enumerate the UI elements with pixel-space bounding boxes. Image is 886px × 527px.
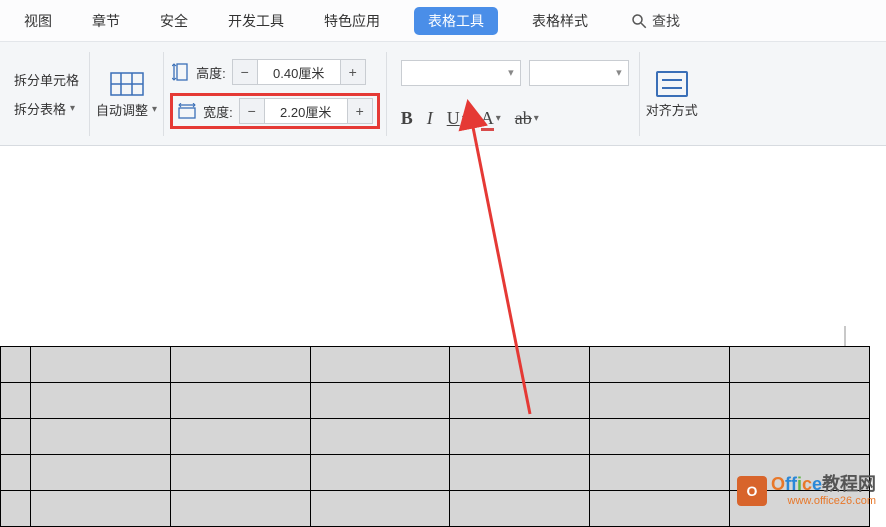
underline-button[interactable]: U▾ — [447, 108, 467, 129]
table-row — [1, 347, 870, 383]
table-row — [1, 383, 870, 419]
chevron-down-icon: ▾ — [152, 104, 157, 115]
tab-view[interactable]: 视图 — [18, 7, 58, 35]
split-table-button[interactable]: 拆分表格 ▾ — [14, 99, 79, 118]
width-row: 宽度: − + — [177, 98, 373, 124]
font-select[interactable]: ▾ — [401, 60, 521, 86]
table-row — [1, 419, 870, 455]
highlight-button[interactable]: ab▾ — [515, 108, 539, 129]
watermark-title: Office教程网 — [771, 475, 876, 495]
width-input[interactable] — [265, 98, 347, 124]
width-icon — [177, 101, 197, 121]
watermark-logo-icon: O — [737, 476, 767, 506]
table-icon — [108, 70, 146, 98]
tab-section[interactable]: 章节 — [86, 7, 126, 35]
auto-fit-button[interactable]: 自动调整 ▾ — [90, 52, 164, 136]
height-input[interactable] — [258, 59, 340, 85]
tab-bar: 视图 章节 安全 开发工具 特色应用 表格工具 表格样式 查找 — [0, 0, 886, 42]
height-stepper[interactable]: − + — [232, 59, 366, 85]
size-select[interactable]: ▾ — [529, 60, 629, 86]
format-group: ▾ ▾ B I U▾ A▾ ab▾ — [387, 52, 640, 136]
chevron-down-icon: ▾ — [496, 113, 501, 124]
watermark: O Office教程网 www.office26.com — [737, 475, 876, 507]
search-label: 查找 — [652, 11, 680, 31]
watermark-url: www.office26.com — [771, 495, 876, 507]
font-color-button[interactable]: A▾ — [481, 108, 501, 129]
search-button[interactable]: 查找 — [630, 11, 680, 31]
split-cells-button[interactable]: 拆分单元格 — [14, 70, 79, 89]
tab-featured[interactable]: 特色应用 — [318, 7, 386, 35]
width-stepper[interactable]: − + — [239, 98, 373, 124]
italic-button[interactable]: I — [427, 108, 433, 129]
chevron-down-icon: ▾ — [534, 113, 539, 124]
height-plus-button[interactable]: + — [340, 59, 366, 85]
bold-button[interactable]: B — [401, 108, 413, 129]
chevron-down-icon: ▾ — [616, 66, 622, 79]
tab-developer[interactable]: 开发工具 — [222, 7, 290, 35]
width-minus-button[interactable]: − — [239, 98, 265, 124]
width-highlight: 宽度: − + — [170, 93, 380, 129]
dimensions-group: 高度: − + 宽度: − + — [164, 52, 387, 136]
height-icon — [170, 62, 190, 82]
tab-security[interactable]: 安全 — [154, 7, 194, 35]
alignment-button[interactable]: 对齐方式 — [640, 52, 716, 136]
search-icon — [630, 12, 648, 30]
tab-table-style[interactable]: 表格样式 — [526, 7, 594, 35]
tab-table-tools[interactable]: 表格工具 — [414, 7, 498, 35]
height-minus-button[interactable]: − — [232, 59, 258, 85]
document-area[interactable] — [0, 146, 886, 515]
chevron-down-icon: ▾ — [70, 103, 75, 114]
split-group: 拆分单元格 拆分表格 ▾ — [4, 52, 90, 136]
width-plus-button[interactable]: + — [347, 98, 373, 124]
alignment-icon — [653, 70, 691, 98]
height-row: 高度: − + — [170, 59, 380, 85]
chevron-down-icon: ▾ — [508, 66, 514, 79]
width-label: 宽度: — [203, 102, 233, 121]
chevron-down-icon: ▾ — [462, 113, 467, 124]
height-label: 高度: — [196, 63, 226, 82]
ribbon-toolbar: 拆分单元格 拆分表格 ▾ 自动调整 ▾ 高度: − — [0, 42, 886, 146]
